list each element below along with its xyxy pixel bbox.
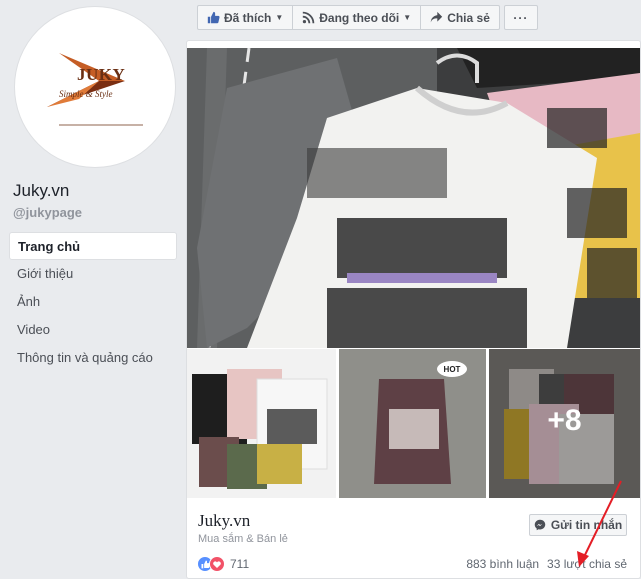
card-page-title[interactable]: Juky.vn bbox=[198, 511, 250, 531]
logo-tagline: Simple & Style bbox=[59, 89, 113, 99]
love-reaction-icon bbox=[209, 556, 225, 572]
share-button[interactable]: Chia sẻ bbox=[420, 5, 500, 30]
page-preview-card: HOT +8 Juky.vn Mua sắm & Bán lẻ Gửi tin … bbox=[186, 40, 641, 579]
follow-button-label: Đang theo dõi bbox=[319, 10, 400, 25]
profile-picture[interactable]: JUKY Simple & Style bbox=[14, 6, 176, 168]
send-message-label: Gửi tin nhắn bbox=[550, 518, 623, 532]
main-product-photo[interactable] bbox=[187, 48, 640, 348]
card-category: Mua sắm & Bán lẻ bbox=[198, 533, 288, 545]
follow-button[interactable]: Đang theo dõi ▼ bbox=[292, 5, 422, 30]
more-photos-count: +8 bbox=[547, 404, 582, 437]
nav-item-photos[interactable]: Ảnh bbox=[9, 288, 177, 316]
share-arrow-icon bbox=[431, 11, 443, 23]
share-button-label: Chia sẻ bbox=[447, 10, 490, 25]
like-button-label: Đã thích bbox=[224, 10, 272, 25]
product-thumbnail-2[interactable]: HOT bbox=[339, 349, 486, 498]
share-count[interactable]: 33 lượt chia sẻ bbox=[547, 557, 627, 571]
page-name[interactable]: Juky.vn bbox=[13, 181, 69, 201]
chevron-down-icon: ▼ bbox=[275, 13, 284, 22]
sidebar-nav: Trang chủ Giới thiệu Ảnh Video Thông tin… bbox=[9, 232, 177, 372]
logo-brand-text: JUKY bbox=[77, 65, 126, 84]
sidebar: JUKY Simple & Style Juky.vn @jukypage Tr… bbox=[0, 0, 186, 579]
engagement-stats: 883 bình luận 33 lượt chia sẻ bbox=[466, 557, 627, 571]
product-thumbnail-1[interactable] bbox=[187, 349, 336, 498]
reactions-summary[interactable]: 711 bbox=[197, 556, 249, 572]
nav-item-about[interactable]: Giới thiệu bbox=[9, 260, 177, 288]
chevron-down-icon: ▼ bbox=[403, 13, 412, 22]
nav-item-home[interactable]: Trang chủ bbox=[9, 232, 177, 260]
page-handle[interactable]: @jukypage bbox=[13, 205, 82, 220]
reaction-count: 711 bbox=[230, 557, 250, 571]
like-button[interactable]: Đã thích ▼ bbox=[197, 5, 294, 30]
more-options-button[interactable]: ··· bbox=[503, 5, 538, 30]
product-thumbnail-3[interactable]: +8 bbox=[489, 349, 640, 498]
nav-item-videos[interactable]: Video bbox=[9, 316, 177, 344]
hot-badge-text: HOT bbox=[444, 365, 461, 374]
send-message-button[interactable]: Gửi tin nhắn bbox=[529, 514, 627, 536]
comment-count[interactable]: 883 bình luận bbox=[466, 557, 539, 571]
thumbs-up-icon bbox=[207, 11, 220, 24]
nav-item-info-ads[interactable]: Thông tin và quảng cáo bbox=[9, 344, 177, 372]
messenger-icon bbox=[534, 519, 546, 531]
page-actions: Đã thích ▼ Đang theo dõi ▼ Chia sẻ ··· bbox=[197, 5, 538, 30]
rss-icon bbox=[302, 11, 315, 24]
